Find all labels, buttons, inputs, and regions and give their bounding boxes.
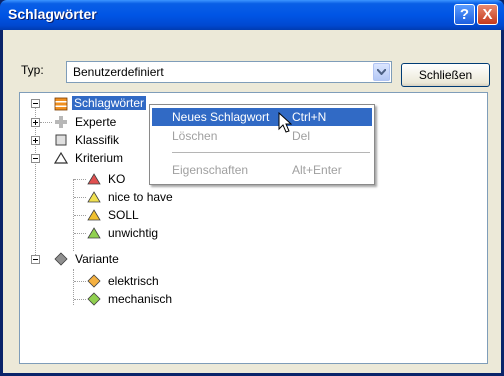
tree-line bbox=[74, 179, 86, 180]
menu-item-shortcut: Del bbox=[292, 129, 311, 143]
type-dropdown[interactable]: Benutzerdefiniert bbox=[66, 61, 392, 83]
menu-item-shortcut: Alt+Enter bbox=[292, 163, 342, 177]
triangle-outline-icon bbox=[54, 151, 68, 164]
help-button[interactable]: ? bbox=[454, 4, 475, 25]
dropdown-arrow-button[interactable] bbox=[373, 63, 390, 81]
tree-root-label[interactable]: Schlagwörter bbox=[72, 96, 147, 110]
plus-gray-icon bbox=[55, 116, 67, 128]
expand-toggle[interactable] bbox=[31, 118, 40, 127]
gray-square-icon bbox=[55, 134, 67, 146]
orange-triangle-icon bbox=[87, 209, 101, 221]
tree-item-klassifik[interactable]: Klassifik bbox=[75, 133, 119, 147]
tree-item-elektrisch[interactable]: elektrisch bbox=[108, 274, 159, 288]
menu-item-label: Eigenschaften bbox=[172, 163, 249, 177]
mouse-cursor-icon bbox=[278, 112, 292, 133]
typ-label: Typ: bbox=[21, 63, 44, 77]
tree-item-ko[interactable]: KO bbox=[108, 172, 125, 186]
chevron-down-icon bbox=[377, 69, 386, 75]
orange-diamond-icon bbox=[87, 274, 101, 288]
collapse-toggle[interactable] bbox=[31, 99, 40, 108]
menu-item-properties[interactable]: Eigenschaften Alt+Enter bbox=[152, 161, 372, 179]
tree-line bbox=[74, 215, 86, 216]
type-dropdown-value: Benutzerdefiniert bbox=[73, 65, 164, 79]
collapse-toggle[interactable] bbox=[31, 154, 40, 163]
tree-line bbox=[74, 233, 86, 234]
menu-item-label: Neues Schlagwort bbox=[172, 110, 270, 124]
tree-line bbox=[74, 197, 86, 198]
menu-item-delete[interactable]: Löschen Del bbox=[152, 127, 372, 145]
tree-line bbox=[35, 107, 36, 261]
tree-item-nice-to-have[interactable]: nice to have bbox=[108, 190, 173, 204]
tree-item-variante[interactable]: Variante bbox=[75, 252, 119, 266]
context-menu: Neues Schlagwort Ctrl+N Löschen Del Eige… bbox=[149, 104, 375, 185]
tree-item-kriterium[interactable]: Kriterium bbox=[75, 151, 123, 165]
tree-item-experte[interactable]: Experte bbox=[75, 115, 116, 129]
menu-item-label: Löschen bbox=[172, 129, 218, 143]
yellow-triangle-icon bbox=[87, 191, 101, 203]
keyword-list-icon bbox=[54, 97, 68, 111]
tree-item-soll[interactable]: SOLL bbox=[108, 208, 139, 222]
green-triangle-icon bbox=[87, 227, 101, 239]
window-title: Schlagwörter bbox=[8, 6, 97, 22]
tree-line bbox=[74, 281, 86, 282]
menu-item-new-keyword[interactable]: Neues Schlagwort Ctrl+N bbox=[152, 108, 372, 126]
title-close-button[interactable]: X bbox=[477, 4, 498, 25]
close-dialog-button[interactable]: Schließen bbox=[401, 63, 490, 87]
red-triangle-icon bbox=[87, 173, 101, 185]
help-icon: ? bbox=[459, 6, 470, 23]
expand-toggle[interactable] bbox=[31, 136, 40, 145]
tree-line bbox=[74, 299, 86, 300]
menu-separator bbox=[172, 152, 370, 153]
tree-line bbox=[40, 122, 52, 123]
collapse-toggle[interactable] bbox=[31, 255, 40, 264]
tree-item-unwichtig[interactable]: unwichtig bbox=[108, 226, 158, 240]
menu-item-shortcut: Ctrl+N bbox=[292, 110, 327, 124]
tree-item-mechanisch[interactable]: mechanisch bbox=[108, 292, 172, 306]
close-icon: X bbox=[482, 6, 493, 23]
green-diamond-icon bbox=[87, 292, 101, 306]
title-bar[interactable]: Schlagwörter ? X bbox=[0, 0, 504, 30]
gray-diamond-icon bbox=[54, 252, 68, 266]
